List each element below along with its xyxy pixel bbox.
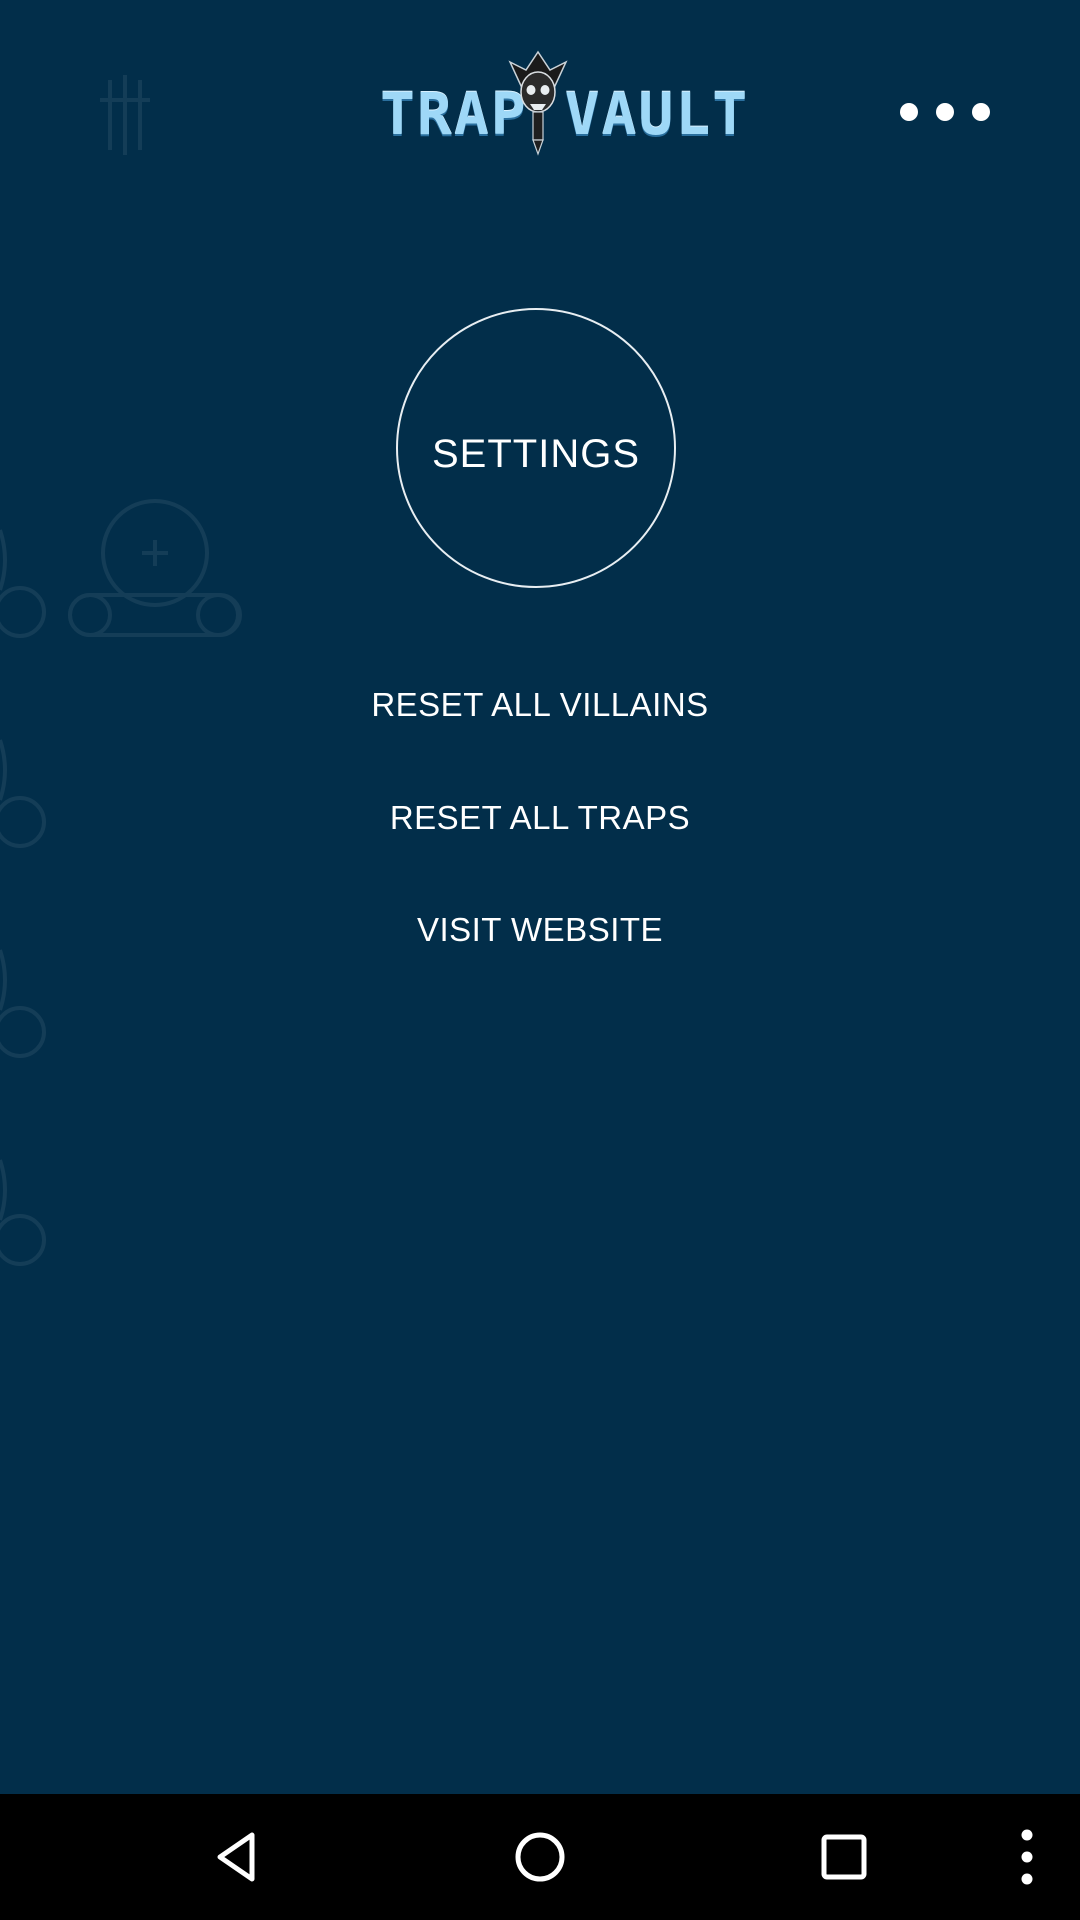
skull-mascot-icon bbox=[508, 50, 568, 156]
home-circle-icon[interactable] bbox=[510, 1827, 570, 1887]
visit-website-button[interactable]: VISIT WEBSITE bbox=[0, 911, 1080, 949]
app-screen: TRAP VAULT SETTINGS RESET ALL VILLAINS R… bbox=[0, 0, 1080, 1920]
reset-all-traps-button[interactable]: RESET ALL TRAPS bbox=[0, 799, 1080, 837]
more-vertical-icon[interactable] bbox=[1002, 1827, 1052, 1887]
more-options-button[interactable] bbox=[900, 92, 990, 132]
more-horizontal-icon bbox=[936, 103, 954, 121]
settings-circle: SETTINGS bbox=[396, 308, 676, 588]
more-horizontal-icon bbox=[900, 103, 918, 121]
back-triangle-icon[interactable] bbox=[208, 1827, 268, 1887]
page-title: SETTINGS bbox=[431, 431, 641, 476]
system-navigation-bar bbox=[0, 1794, 1080, 1920]
reset-all-villains-button[interactable]: RESET ALL VILLAINS bbox=[0, 686, 1080, 724]
recents-square-icon[interactable] bbox=[814, 1827, 874, 1887]
app-header: TRAP VAULT bbox=[0, 0, 1080, 180]
more-horizontal-icon bbox=[972, 103, 990, 121]
trap-vault-logo: TRAP VAULT bbox=[380, 48, 747, 158]
background-artwork bbox=[0, 75, 242, 1266]
